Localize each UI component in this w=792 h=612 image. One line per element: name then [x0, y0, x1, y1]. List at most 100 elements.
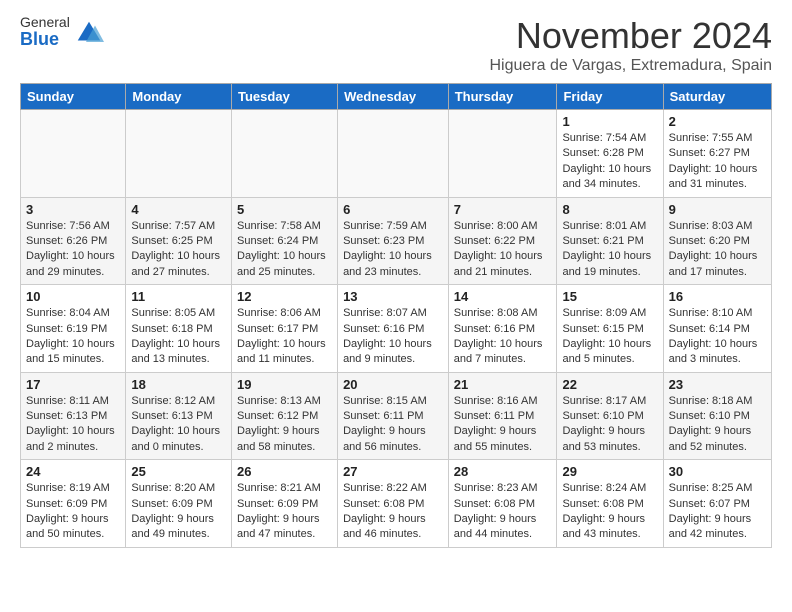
day-info: Sunrise: 8:16 AMSunset: 6:11 PMDaylight:…	[454, 394, 552, 456]
day-info: Sunrise: 8:24 AMSunset: 6:08 PMDaylight:…	[562, 481, 657, 543]
calendar-cell: 25 Sunrise: 8:20 AMSunset: 6:09 PMDayligh…	[126, 460, 232, 548]
calendar-cell	[126, 110, 232, 198]
page-container: General Blue November 2024 Higuera de Va…	[0, 0, 792, 563]
day-info: Sunrise: 8:20 AMSunset: 6:09 PMDaylight:…	[131, 481, 226, 543]
day-info: Sunrise: 7:56 AMSunset: 6:26 PMDaylight:…	[26, 219, 120, 281]
location: Higuera de Vargas, Extremadura, Spain	[489, 57, 772, 75]
calendar-cell: 24 Sunrise: 8:19 AMSunset: 6:09 PMDayligh…	[21, 460, 126, 548]
header-friday: Friday	[557, 84, 663, 110]
calendar-cell: 21 Sunrise: 8:16 AMSunset: 6:11 PMDayligh…	[448, 372, 557, 460]
calendar-cell: 5 Sunrise: 7:58 AMSunset: 6:24 PMDaylight…	[232, 197, 338, 285]
calendar-cell: 27 Sunrise: 8:22 AMSunset: 6:08 PMDayligh…	[338, 460, 449, 548]
calendar-cell: 7Sunrise: 8:00 AMSunset: 6:22 PMDaylight…	[448, 197, 557, 285]
day-info: Sunrise: 8:10 AMSunset: 6:14 PMDaylight:…	[669, 306, 766, 368]
calendar-cell: 22Sunrise: 8:17 AMSunset: 6:10 PMDayligh…	[557, 372, 663, 460]
calendar-cell	[232, 110, 338, 198]
calendar-cell: 19 Sunrise: 8:13 AMSunset: 6:12 PMDayligh…	[232, 372, 338, 460]
day-number: 12	[237, 289, 332, 304]
logo-text: General Blue	[20, 15, 70, 50]
calendar-cell: 3 Sunrise: 7:56 AMSunset: 6:26 PMDaylight…	[21, 197, 126, 285]
day-number: 19	[237, 377, 332, 392]
calendar-cell: 9 Sunrise: 8:03 AMSunset: 6:20 PMDaylight…	[663, 197, 771, 285]
calendar-week-row: 3 Sunrise: 7:56 AMSunset: 6:26 PMDaylight…	[21, 197, 772, 285]
calendar-cell: 29 Sunrise: 8:24 AMSunset: 6:08 PMDayligh…	[557, 460, 663, 548]
day-info: Sunrise: 8:08 AMSunset: 6:16 PMDaylight:…	[454, 306, 552, 368]
day-number: 24	[26, 464, 120, 479]
day-number: 1	[562, 114, 657, 129]
calendar-cell: 13 Sunrise: 8:07 AMSunset: 6:16 PMDayligh…	[338, 285, 449, 373]
day-number: 8	[562, 202, 657, 217]
calendar-cell: 4Sunrise: 7:57 AMSunset: 6:25 PMDaylight…	[126, 197, 232, 285]
day-info: Sunrise: 8:21 AMSunset: 6:09 PMDaylight:…	[237, 481, 332, 543]
month-title: November 2024	[489, 15, 772, 57]
day-number: 16	[669, 289, 766, 304]
calendar-table: Sunday Monday Tuesday Wednesday Thursday…	[20, 83, 772, 548]
day-number: 4	[131, 202, 226, 217]
day-info: Sunrise: 7:58 AMSunset: 6:24 PMDaylight:…	[237, 219, 332, 281]
calendar-cell: 8 Sunrise: 8:01 AMSunset: 6:21 PMDaylight…	[557, 197, 663, 285]
day-info: Sunrise: 7:59 AMSunset: 6:23 PMDaylight:…	[343, 219, 443, 281]
calendar-cell: 20 Sunrise: 8:15 AMSunset: 6:11 PMDayligh…	[338, 372, 449, 460]
calendar-cell: 10 Sunrise: 8:04 AMSunset: 6:19 PMDayligh…	[21, 285, 126, 373]
calendar-cell: 12Sunrise: 8:06 AMSunset: 6:17 PMDayligh…	[232, 285, 338, 373]
day-info: Sunrise: 8:05 AMSunset: 6:18 PMDaylight:…	[131, 306, 226, 368]
logo-general: General	[20, 15, 70, 30]
calendar-cell	[338, 110, 449, 198]
day-number: 28	[454, 464, 552, 479]
day-number: 9	[669, 202, 766, 217]
calendar-cell: 17 Sunrise: 8:11 AMSunset: 6:13 PMDayligh…	[21, 372, 126, 460]
day-info: Sunrise: 8:25 AMSunset: 6:07 PMDaylight:…	[669, 481, 766, 543]
calendar-cell: 11 Sunrise: 8:05 AMSunset: 6:18 PMDayligh…	[126, 285, 232, 373]
day-number: 2	[669, 114, 766, 129]
day-number: 11	[131, 289, 226, 304]
day-number: 29	[562, 464, 657, 479]
calendar-cell: 15 Sunrise: 8:09 AMSunset: 6:15 PMDayligh…	[557, 285, 663, 373]
header-saturday: Saturday	[663, 84, 771, 110]
calendar-cell: 30 Sunrise: 8:25 AMSunset: 6:07 PMDayligh…	[663, 460, 771, 548]
calendar-cell: 28Sunrise: 8:23 AMSunset: 6:08 PMDayligh…	[448, 460, 557, 548]
calendar-cell	[21, 110, 126, 198]
day-info: Sunrise: 8:04 AMSunset: 6:19 PMDaylight:…	[26, 306, 120, 368]
title-block: November 2024 Higuera de Vargas, Extrema…	[489, 15, 772, 75]
calendar-cell: 16 Sunrise: 8:10 AMSunset: 6:14 PMDayligh…	[663, 285, 771, 373]
day-info: Sunrise: 8:18 AMSunset: 6:10 PMDaylight:…	[669, 394, 766, 456]
header-monday: Monday	[126, 84, 232, 110]
day-number: 25	[131, 464, 226, 479]
day-number: 17	[26, 377, 120, 392]
logo-icon	[74, 18, 104, 48]
header-wednesday: Wednesday	[338, 84, 449, 110]
calendar-cell: 2 Sunrise: 7:55 AMSunset: 6:27 PMDaylight…	[663, 110, 771, 198]
day-number: 10	[26, 289, 120, 304]
day-number: 23	[669, 377, 766, 392]
day-number: 21	[454, 377, 552, 392]
calendar-week-row: 17 Sunrise: 8:11 AMSunset: 6:13 PMDayligh…	[21, 372, 772, 460]
day-number: 15	[562, 289, 657, 304]
header: General Blue November 2024 Higuera de Va…	[20, 15, 772, 75]
calendar-cell: 23 Sunrise: 8:18 AMSunset: 6:10 PMDayligh…	[663, 372, 771, 460]
calendar-cell: 18Sunrise: 8:12 AMSunset: 6:13 PMDayligh…	[126, 372, 232, 460]
day-number: 22	[562, 377, 657, 392]
calendar-cell	[448, 110, 557, 198]
day-number: 3	[26, 202, 120, 217]
day-info: Sunrise: 8:15 AMSunset: 6:11 PMDaylight:…	[343, 394, 443, 456]
calendar-cell: 26Sunrise: 8:21 AMSunset: 6:09 PMDayligh…	[232, 460, 338, 548]
day-info: Sunrise: 8:22 AMSunset: 6:08 PMDaylight:…	[343, 481, 443, 543]
day-number: 13	[343, 289, 443, 304]
day-info: Sunrise: 8:13 AMSunset: 6:12 PMDaylight:…	[237, 394, 332, 456]
day-number: 30	[669, 464, 766, 479]
day-info: Sunrise: 8:07 AMSunset: 6:16 PMDaylight:…	[343, 306, 443, 368]
day-info: Sunrise: 8:01 AMSunset: 6:21 PMDaylight:…	[562, 219, 657, 281]
day-info: Sunrise: 7:55 AMSunset: 6:27 PMDaylight:…	[669, 131, 766, 193]
day-number: 6	[343, 202, 443, 217]
day-info: Sunrise: 8:11 AMSunset: 6:13 PMDaylight:…	[26, 394, 120, 456]
day-info: Sunrise: 8:09 AMSunset: 6:15 PMDaylight:…	[562, 306, 657, 368]
day-number: 18	[131, 377, 226, 392]
day-number: 27	[343, 464, 443, 479]
day-number: 20	[343, 377, 443, 392]
header-tuesday: Tuesday	[232, 84, 338, 110]
day-info: Sunrise: 8:03 AMSunset: 6:20 PMDaylight:…	[669, 219, 766, 281]
calendar-cell: 14Sunrise: 8:08 AMSunset: 6:16 PMDayligh…	[448, 285, 557, 373]
day-number: 5	[237, 202, 332, 217]
day-info: Sunrise: 8:00 AMSunset: 6:22 PMDaylight:…	[454, 219, 552, 281]
day-info: Sunrise: 8:19 AMSunset: 6:09 PMDaylight:…	[26, 481, 120, 543]
